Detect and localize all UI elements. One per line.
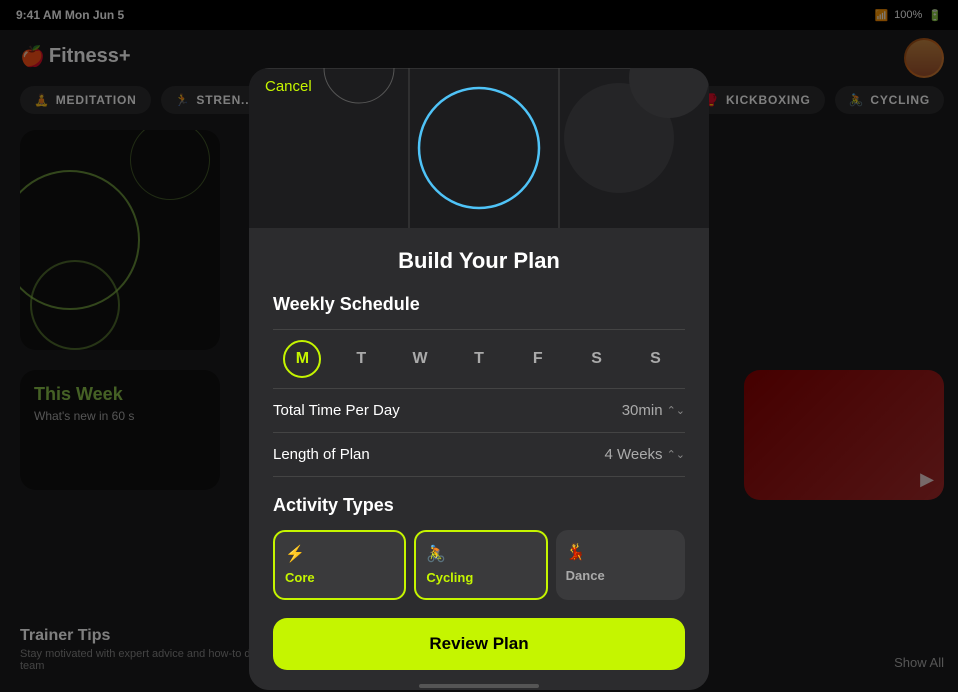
day-monday[interactable]: M	[283, 340, 321, 378]
review-plan-button[interactable]: Review Plan	[273, 618, 685, 670]
activity-types-heading: Activity Types	[273, 495, 685, 516]
day-thursday[interactable]: T	[460, 340, 498, 378]
activity-dance[interactable]: 💃 Dance	[556, 530, 685, 600]
total-time-row[interactable]: Total Time Per Day 30min ⌃⌄	[273, 389, 685, 433]
day-saturday[interactable]: S	[578, 340, 616, 378]
weekly-schedule-heading: Weekly Schedule	[273, 294, 685, 315]
day-sunday[interactable]: S	[636, 340, 674, 378]
activity-grid: ⚡ Core 🚴 Cycling 💃 Dance	[273, 530, 685, 600]
activity-core[interactable]: ⚡ Core	[273, 530, 406, 600]
length-plan-chevron: ⌃⌄	[667, 448, 685, 461]
core-label: Core	[285, 570, 394, 585]
cancel-button[interactable]: Cancel	[265, 78, 312, 95]
day-wednesday[interactable]: W	[401, 340, 439, 378]
total-time-value: 30min ⌃⌄	[622, 402, 685, 419]
activity-cycling[interactable]: 🚴 Cycling	[414, 530, 547, 600]
activity-types-section: Activity Types ⚡ Core 🚴 Cycling 💃 Dance	[273, 495, 685, 600]
core-icon: ⚡	[285, 544, 394, 564]
total-time-chevron: ⌃⌄	[667, 404, 685, 417]
length-plan-row[interactable]: Length of Plan 4 Weeks ⌃⌄	[273, 433, 685, 477]
modal-body: Build Your Plan Weekly Schedule M T W T …	[249, 228, 709, 690]
cycling-activity-icon: 🚴	[426, 544, 535, 564]
home-indicator	[419, 684, 539, 688]
dance-icon: 💃	[566, 542, 675, 562]
cycling-activity-label: Cycling	[426, 570, 535, 585]
days-row: M T W T F S S	[273, 329, 685, 389]
modal-title: Build Your Plan	[273, 248, 685, 274]
length-plan-value: 4 Weeks ⌃⌄	[604, 446, 685, 463]
total-time-label: Total Time Per Day	[273, 402, 400, 419]
day-friday[interactable]: F	[519, 340, 557, 378]
day-tuesday[interactable]: T	[342, 340, 380, 378]
length-plan-label: Length of Plan	[273, 446, 370, 463]
hero-grid-svg	[249, 68, 709, 228]
dance-label: Dance	[566, 568, 675, 583]
modal-hero: Cancel	[249, 68, 709, 228]
build-plan-modal: Cancel Build Your Plan Weekly Schedule M…	[249, 68, 709, 690]
